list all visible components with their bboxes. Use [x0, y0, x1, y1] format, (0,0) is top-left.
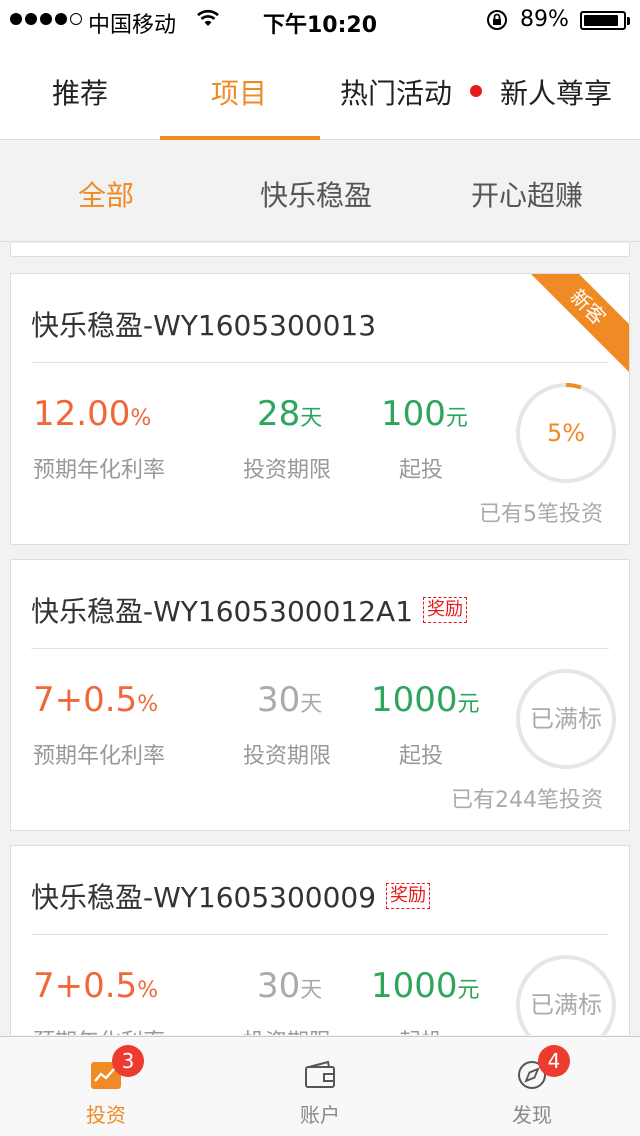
- tab-projects[interactable]: 项目: [211, 72, 267, 112]
- notification-badge: 3: [112, 1045, 144, 1077]
- annual-rate-label: 预期年化利率: [33, 744, 166, 769]
- rotation-lock-icon: [487, 10, 507, 30]
- tab-newcomer[interactable]: 新人尊享: [500, 72, 612, 112]
- product-card[interactable]: 新客 快乐稳盈-WY1605300013 12.00% 预期年化利率 28天 投…: [10, 273, 630, 545]
- term-value: 30: [257, 680, 301, 720]
- reward-badge: 奖励: [386, 883, 431, 909]
- product-card[interactable]: 快乐稳盈-WY1605300009 奖励 7+0.5% 预期年化利率 30天 投…: [10, 845, 630, 1035]
- term-value: 30: [257, 966, 301, 1006]
- bottom-tab-label: 账户: [300, 1103, 340, 1127]
- notification-badge: 4: [538, 1045, 570, 1077]
- annual-rate-value: 12.00: [33, 394, 131, 434]
- term: 28天: [257, 394, 322, 434]
- fully-subscribed-label: 已满标: [530, 705, 602, 733]
- divider: [31, 934, 609, 935]
- min-investment-value: 1000: [371, 680, 458, 720]
- min-investment: 100元: [381, 394, 468, 434]
- term-unit: 天: [300, 978, 323, 1003]
- divider: [31, 648, 609, 649]
- min-investment-label: 起投: [399, 458, 444, 483]
- term-value: 28: [257, 394, 301, 434]
- fully-subscribed-label: 已满标: [530, 991, 602, 1019]
- battery-percent: 89%: [520, 7, 569, 32]
- filter-tab-bar: 全部 快乐稳盈 开心超赚: [0, 140, 640, 242]
- annual-rate: 7+0.5%: [33, 966, 158, 1006]
- term-label: 投资期限: [243, 744, 332, 769]
- min-investment-label: 起投: [399, 1024, 443, 1035]
- term: 30天: [257, 680, 322, 720]
- term-label: 投资期限: [243, 1024, 331, 1035]
- progress-ring: 5%: [515, 382, 617, 484]
- min-investment-value: 1000: [371, 966, 458, 1006]
- min-investment-unit: 元: [457, 978, 480, 1003]
- annual-rate: 12.00%: [33, 394, 151, 434]
- term: 30天: [257, 966, 322, 1006]
- annual-rate-unit: %: [137, 978, 159, 1003]
- product-title-text: 快乐稳盈-WY1605300013: [31, 309, 377, 342]
- min-investment-unit: 元: [445, 406, 468, 431]
- tab-hot-events[interactable]: 热门活动: [340, 72, 452, 112]
- annual-rate-value: 7+0.5: [33, 966, 138, 1006]
- annual-rate-value: 7+0.5: [33, 680, 138, 720]
- status-bar: 中国移动 下午10:20 89%: [0, 0, 640, 40]
- product-title: 快乐稳盈-WY1605300013: [31, 304, 376, 344]
- investment-count: 已有244笔投资: [451, 788, 603, 813]
- min-investment-value: 100: [381, 394, 446, 434]
- progress-percent: 5%: [546, 419, 586, 447]
- bottom-tab-account[interactable]: 账户: [240, 1037, 400, 1136]
- divider: [31, 362, 609, 363]
- min-investment-unit: 元: [457, 692, 480, 717]
- progress-ring: 已满标: [515, 668, 617, 770]
- bottom-tab-label: 投资: [86, 1103, 126, 1127]
- annual-rate-label: 预期年化利率: [33, 1024, 165, 1035]
- filter-happy-earn[interactable]: 开心超赚: [471, 174, 583, 214]
- filter-all[interactable]: 全部: [78, 174, 134, 214]
- battery-icon: [580, 11, 630, 30]
- term-unit: 天: [300, 406, 323, 431]
- product-title-text: 快乐稳盈-WY1605300009: [31, 881, 377, 914]
- product-title-text: 快乐稳盈-WY1605300012A1: [31, 595, 414, 628]
- bottom-tab-invest[interactable]: 3 投资: [26, 1037, 186, 1136]
- top-tab-bar: 推荐 项目 热门活动 新人尊享: [0, 40, 640, 140]
- reward-badge: 奖励: [423, 597, 468, 623]
- annual-rate-unit: %: [137, 692, 159, 717]
- product-title: 快乐稳盈-WY1605300009 奖励: [31, 876, 431, 916]
- new-customer-tag: 新客: [515, 274, 629, 380]
- min-investment: 1000元: [371, 966, 480, 1006]
- list-item[interactable]: [10, 243, 630, 257]
- annual-rate-label: 预期年化利率: [33, 458, 166, 483]
- bottom-tab-bar: 3 投资 账户 4 发现: [0, 1036, 640, 1136]
- wallet-icon: [305, 1060, 335, 1088]
- filter-happy-steady[interactable]: 快乐稳盈: [260, 174, 372, 214]
- min-investment: 1000元: [371, 680, 480, 720]
- bottom-tab-discover[interactable]: 4 发现: [452, 1037, 612, 1136]
- term-unit: 天: [300, 692, 323, 717]
- min-investment-label: 起投: [399, 744, 444, 769]
- product-card[interactable]: 快乐稳盈-WY1605300012A1 奖励 7+0.5% 预期年化利率 30天…: [10, 559, 630, 831]
- term-label: 投资期限: [243, 458, 332, 483]
- annual-rate-unit: %: [130, 406, 152, 431]
- bottom-tab-label: 发现: [512, 1103, 552, 1127]
- tab-recommend[interactable]: 推荐: [52, 72, 108, 112]
- new-indicator-dot: [470, 85, 482, 97]
- product-title: 快乐稳盈-WY1605300012A1 奖励: [31, 590, 468, 630]
- progress-ring: 已满标: [515, 954, 617, 1035]
- product-list[interactable]: 新客 快乐稳盈-WY1605300013 12.00% 预期年化利率 28天 投…: [0, 243, 640, 1035]
- annual-rate: 7+0.5%: [33, 680, 158, 720]
- investment-count: 已有5笔投资: [479, 502, 603, 527]
